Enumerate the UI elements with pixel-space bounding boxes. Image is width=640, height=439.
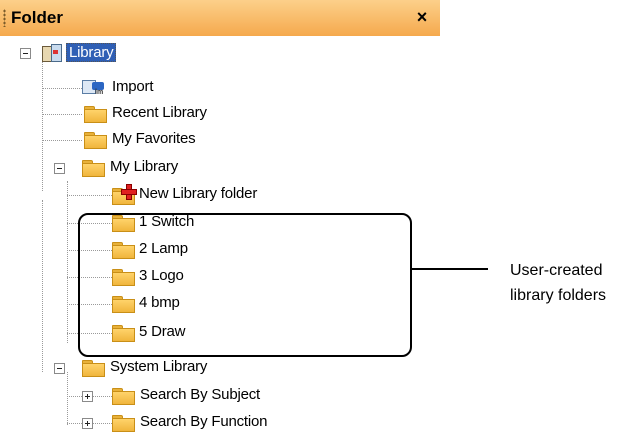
tree-item-import[interactable]: lm Import [82, 76, 182, 100]
tree-item-search-by-subject[interactable]: Search By Subject [82, 384, 312, 408]
tree-item-label: My Library [110, 158, 179, 175]
collapse-toggle-icon[interactable] [20, 48, 31, 59]
tree-connector [42, 114, 82, 115]
tree-item-label: Search By Subject [140, 386, 260, 403]
tree-connector [42, 54, 43, 191]
panel-title: Folder [11, 8, 63, 27]
callout-highlight-box [78, 213, 412, 357]
tree-item-label: Recent Library [112, 104, 207, 121]
tree-item-recent-library[interactable]: Recent Library [82, 102, 262, 126]
tree-connector [67, 195, 112, 196]
tree-item-label: New Library folder [139, 185, 258, 202]
folder-icon [112, 415, 135, 432]
tree-item-label: Search By Function [140, 413, 268, 430]
expand-toggle-icon[interactable] [82, 391, 93, 402]
callout-label-line-1: User-created [510, 262, 603, 279]
import-icon: lm [82, 78, 106, 96]
folder-icon [82, 160, 105, 177]
tree-connector [67, 181, 68, 343]
callout-label: User-created library folders [510, 258, 606, 308]
collapse-toggle-icon[interactable] [54, 363, 65, 374]
tree-item-library[interactable]: Library [16, 42, 156, 66]
tree-connector [42, 88, 82, 89]
tree-item-label: My Favorites [112, 130, 196, 147]
folder-icon [84, 106, 107, 123]
new-folder-icon [112, 184, 137, 205]
panel-titlebar[interactable]: Folder × [0, 0, 440, 36]
tree-item-my-library[interactable]: My Library [52, 156, 232, 180]
expand-toggle-icon[interactable] [82, 418, 93, 429]
folder-icon [112, 388, 135, 405]
tree-item-label: System Library [110, 358, 208, 375]
tree-item-system-library[interactable]: System Library [52, 356, 252, 380]
library-icon [41, 44, 63, 62]
tree-item-search-by-function[interactable]: Search By Function [82, 411, 312, 435]
tree-connector [42, 200, 43, 372]
tree-connector [42, 140, 82, 141]
tree-item-label: Import [112, 78, 154, 95]
callout-leader-line [411, 268, 488, 270]
tree-item-my-favorites[interactable]: My Favorites [82, 128, 262, 152]
close-icon[interactable]: × [412, 5, 432, 29]
drag-grip-icon[interactable] [3, 9, 6, 27]
tree-item-label: Library [66, 43, 117, 62]
collapse-toggle-icon[interactable] [54, 163, 65, 174]
tree-item-new-library-folder[interactable]: New Library folder [112, 183, 312, 207]
folder-icon [82, 360, 105, 377]
callout-label-line-2: library folders [510, 287, 607, 304]
folder-icon [84, 132, 107, 149]
